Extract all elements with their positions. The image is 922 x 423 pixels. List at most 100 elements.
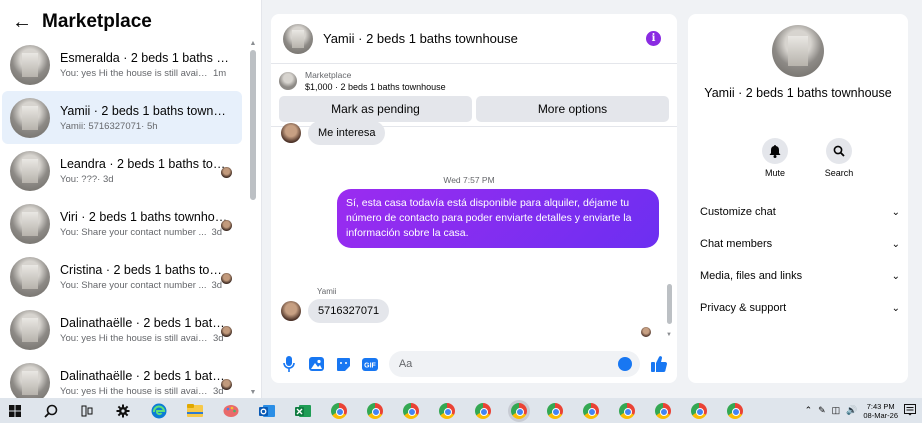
chrome-icon[interactable] (331, 402, 347, 419)
svg-text:GIF: GIF (364, 362, 376, 369)
scrollbar-thumb[interactable] (250, 50, 256, 200)
gif-icon[interactable]: GIF (362, 356, 379, 373)
settings-gear-icon[interactable] (115, 403, 131, 419)
conversation-preview: Yamii: 5716327071 (60, 120, 142, 132)
seen-avatar-icon (221, 167, 232, 178)
scroll-up-icon[interactable]: ▲ (249, 40, 257, 47)
chrome-profile-icon[interactable] (367, 402, 383, 419)
info-icon[interactable]: i (646, 31, 661, 46)
message-timestamp: Wed 7:57 PM (443, 175, 495, 185)
chrome-profile-icon[interactable] (547, 402, 563, 419)
message-input-placeholder: Aa (398, 358, 413, 370)
clock-date: 08-Mar-26 (863, 410, 898, 420)
conversation-preview: You: yes Hi the house is still availa... (60, 332, 208, 344)
chrome-profile-icon[interactable] (475, 402, 491, 419)
customize-chat-item[interactable]: Customize chat ⌄ (700, 196, 900, 228)
contact-avatar[interactable] (281, 123, 301, 143)
search-icon[interactable] (826, 138, 852, 164)
read-receipt-avatar (641, 327, 651, 337)
pen-icon[interactable]: ✎ (818, 405, 826, 416)
media-files-links-item[interactable]: Media, files and links ⌄ (700, 260, 900, 292)
details-actions: Mute Search (758, 138, 856, 178)
outgoing-message: Sí, esta casa todavía está disponible pa… (337, 189, 659, 248)
details-listing-thumbnail[interactable] (772, 25, 824, 77)
conversation-time: 3d (211, 279, 223, 291)
search-icon[interactable] (43, 403, 59, 419)
chat-scrollbar[interactable]: ▼ (666, 126, 674, 341)
more-options-button[interactable]: More options (476, 96, 669, 122)
chat-listing-thumbnail[interactable] (283, 23, 313, 54)
chrome-profile-icon[interactable] (583, 402, 599, 419)
chat-panel: Yamii · 2 beds 1 baths townhouse i Marke… (271, 14, 677, 383)
scroll-down-icon[interactable]: ▼ (666, 332, 672, 338)
conversation-item[interactable]: Leandra · 2 beds 1 baths town... You: ??… (2, 144, 242, 197)
listing-thumbnail (10, 362, 50, 403)
edge-browser-icon[interactable] (151, 403, 167, 419)
mark-as-pending-button[interactable]: Mark as pending (279, 96, 472, 122)
conversation-item[interactable]: Esmeralda · 2 beds 1 baths town... You: … (2, 38, 242, 91)
thumbs-up-icon[interactable] (650, 356, 667, 373)
conversation-item-active[interactable]: Yamii · 2 beds 1 baths townhouse Yamii: … (2, 91, 242, 144)
chrome-profile-icon[interactable] (619, 402, 635, 419)
conversation-time: 3d (211, 226, 223, 238)
conversation-sidebar: ← Marketplace Esmeralda · 2 beds 1 baths… (0, 0, 262, 403)
mute-button[interactable]: Mute (758, 138, 792, 178)
incoming-message-row: Me interesa (281, 121, 386, 145)
contact-avatar[interactable] (281, 301, 301, 321)
volume-icon[interactable]: 🔊 (846, 405, 857, 416)
details-menu: Customize chat ⌄ Chat members ⌄ Media, fil… (700, 196, 900, 324)
clock[interactable]: 7:43 PM 08-Mar-26 (863, 402, 898, 420)
network-icon[interactable]: ◫ (832, 405, 841, 416)
photo-icon[interactable] (308, 356, 325, 373)
chrome-profile-icon[interactable] (403, 402, 419, 419)
chat-members-item[interactable]: Chat members ⌄ (700, 228, 900, 260)
clock-time: 7:43 PM (866, 401, 895, 411)
conversation-item[interactable]: Cristina · 2 beds 1 baths town... You: S… (2, 250, 242, 303)
chrome-profile-icon[interactable] (691, 402, 707, 419)
chrome-profile-icon[interactable] (655, 402, 671, 419)
conversation-preview: You: Share your contact number ... (60, 279, 207, 291)
task-view-icon[interactable] (79, 403, 95, 419)
back-arrow-icon[interactable]: ← (12, 12, 32, 32)
listing-mini-thumbnail[interactable] (279, 72, 297, 90)
scroll-down-icon[interactable]: ▼ (249, 389, 257, 396)
listing-thumbnail (10, 150, 50, 191)
incoming-message: Me interesa (308, 121, 386, 145)
emoji-icon[interactable] (618, 357, 633, 371)
microphone-icon[interactable] (281, 356, 298, 373)
listing-detail[interactable]: $1,000 · 2 beds 1 baths townhouse (305, 82, 446, 92)
message-input[interactable]: Aa (388, 351, 641, 377)
search-label: Search (824, 168, 854, 178)
show-hidden-icons-chevron-icon[interactable]: ⌃ (805, 405, 813, 416)
chrome-active-window-icon[interactable] (511, 402, 527, 419)
privacy-support-item[interactable]: Privacy & support ⌄ (700, 292, 900, 324)
outlook-icon[interactable] (259, 403, 275, 419)
conversation-name: Dalinathaëlle · 2 beds 1 baths ... (60, 315, 230, 330)
chat-title[interactable]: Yamii · 2 beds 1 baths townhouse (323, 31, 518, 46)
marketplace-banner: Marketplace $1,000 · 2 beds 1 baths town… (271, 64, 677, 122)
menu-label: Chat members (700, 238, 773, 250)
sidebar-scrollbar[interactable]: ▲ ▼ (249, 40, 257, 396)
notifications-icon[interactable] (904, 403, 916, 418)
conversation-time: · 3d (97, 173, 114, 185)
excel-icon[interactable] (295, 403, 311, 419)
file-explorer-icon[interactable] (187, 403, 203, 419)
conversation-details-panel: Yamii · 2 beds 1 baths townhouse Mute Se… (688, 14, 908, 383)
seen-avatar-icon (221, 326, 232, 337)
sticker-icon[interactable] (335, 356, 352, 373)
chrome-profile-icon[interactable] (727, 402, 743, 419)
menu-label: Customize chat (700, 206, 776, 218)
details-title: Yamii · 2 beds 1 baths townhouse (704, 86, 892, 100)
chat-header: Yamii · 2 beds 1 baths townhouse i (271, 14, 677, 64)
paint-app-icon[interactable] (223, 403, 239, 419)
conversation-item[interactable]: Dalinathaëlle · 2 beds 1 baths ... You: … (2, 303, 242, 356)
chrome-profile-icon[interactable] (439, 402, 455, 419)
search-button[interactable]: Search (822, 138, 856, 178)
conversation-list: Esmeralda · 2 beds 1 baths town... You: … (0, 38, 246, 409)
conversation-name: Viri · 2 beds 1 baths townhouse (60, 209, 230, 224)
conversation-item[interactable]: Viri · 2 beds 1 baths townhouse You: Sha… (2, 197, 242, 250)
scrollbar-thumb[interactable] (667, 284, 672, 324)
windows-start-icon[interactable] (7, 403, 23, 419)
bell-icon[interactable] (762, 138, 788, 164)
chevron-down-icon: ⌄ (891, 302, 900, 314)
